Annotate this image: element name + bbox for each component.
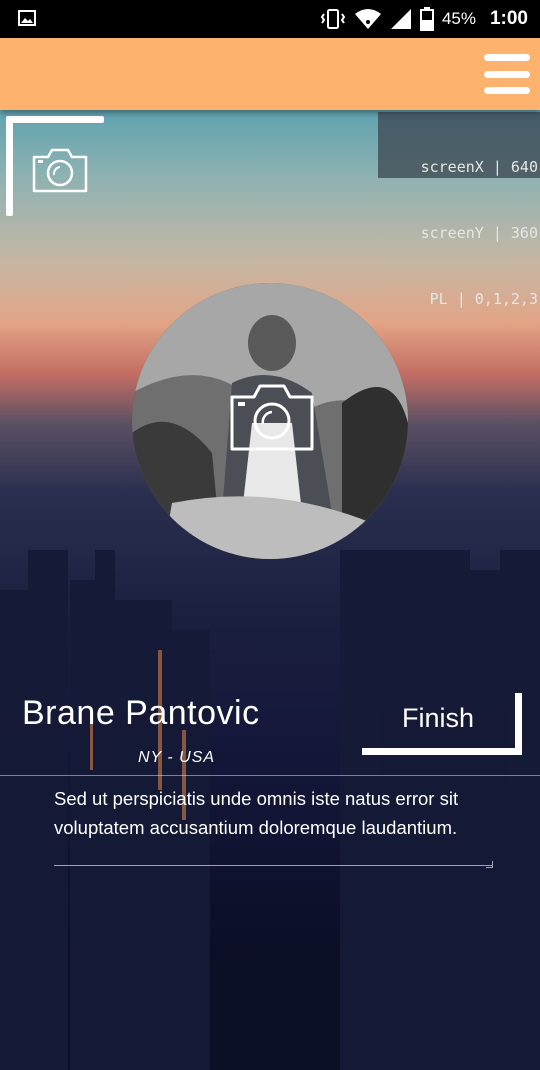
wifi-icon: [354, 9, 381, 29]
debug-line-screeny: screenY | 360: [420, 224, 538, 242]
status-icons: 45% 1:00: [320, 0, 528, 38]
camera-icon[interactable]: [30, 145, 90, 195]
profile-location: NY - USA: [138, 749, 216, 766]
battery-icon: [419, 7, 434, 31]
finish-button[interactable]: Finish: [362, 693, 522, 755]
battery-percent: 45%: [441, 9, 476, 28]
debug-line-pl: PL | 0,1,2,3: [420, 290, 538, 308]
clock: 1:00: [489, 8, 528, 29]
divider: [0, 775, 540, 776]
finish-frame-right: [515, 693, 522, 755]
bio-field[interactable]: Sed ut perspiciatis unde omnis iste natu…: [54, 784, 494, 842]
cover-photo-frame-top: [6, 116, 104, 123]
hamburger-menu-icon[interactable]: [484, 54, 530, 94]
signal-icon: [390, 9, 411, 29]
app-toolbar: [0, 38, 540, 110]
image-notification-icon: [18, 10, 36, 26]
finish-frame-bottom: [362, 748, 522, 755]
resize-handle-icon[interactable]: [486, 861, 493, 868]
vibrate-icon: [320, 9, 346, 29]
camera-icon[interactable]: [228, 381, 316, 453]
cover-photo-frame-left: [6, 116, 13, 216]
bio-field-underline: [54, 865, 492, 866]
debug-overlay: screenX | 640 screenY | 360 PL | 0,1,2,3: [378, 112, 540, 308]
status-bar: 45% 1:00: [0, 0, 540, 38]
finish-button-label: Finish: [402, 703, 475, 733]
debug-line-screenx: screenX | 640: [420, 158, 538, 176]
profile-name: Brane Pantovic: [22, 694, 260, 732]
